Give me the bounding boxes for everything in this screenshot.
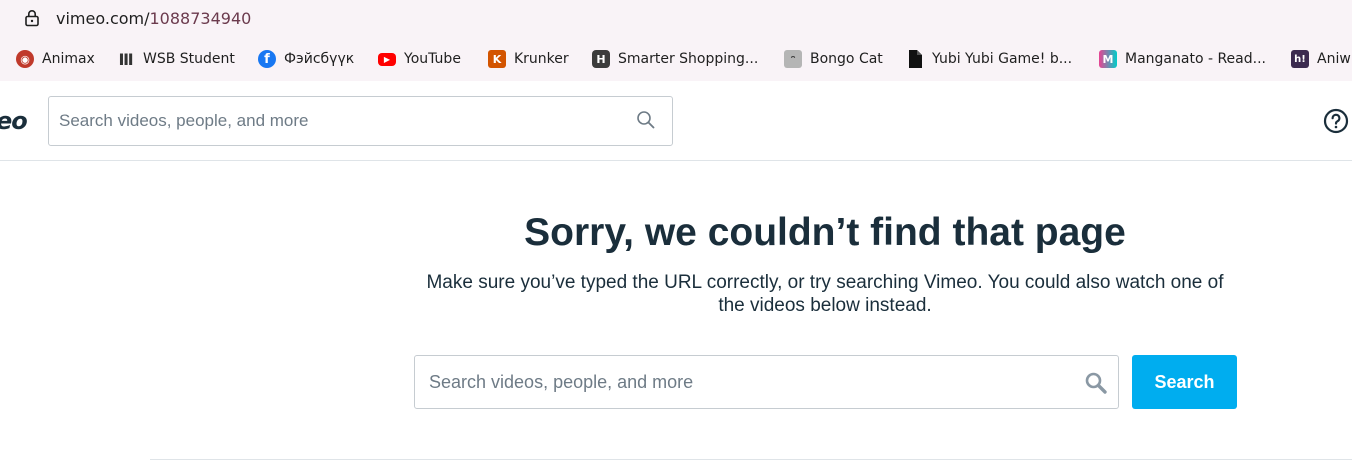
document-icon <box>906 50 924 68</box>
bookmarks-bar: ◉ Animax Ⅲ WSB Student f Фэйсбүүк ▶ YouT… <box>0 44 1352 74</box>
honey-icon: H <box>592 50 610 68</box>
bookmark-label: Manganato - Read... <box>1125 51 1266 67</box>
manganato-icon: M <box>1099 50 1117 68</box>
header-search-input[interactable] <box>59 109 619 133</box>
search-button[interactable]: Search <box>1132 355 1237 409</box>
bookmark-label: Smarter Shopping... <box>618 51 759 67</box>
bookmark-animax[interactable]: ◉ Animax <box>16 44 95 74</box>
url-path: 1088734940 <box>149 9 252 28</box>
bookmark-youtube[interactable]: ▶ YouTube <box>378 44 461 74</box>
bookmark-wsb-student[interactable]: Ⅲ WSB Student <box>117 44 235 74</box>
youtube-icon: ▶ <box>378 52 396 66</box>
bookmark-label: WSB Student <box>143 51 235 67</box>
bookmark-yubi-yubi[interactable]: Yubi Yubi Game! b... <box>906 44 1072 74</box>
url-domain: vimeo.com/ <box>56 9 150 28</box>
bookmark-manganato[interactable]: M Manganato - Read... <box>1099 44 1266 74</box>
search-icon[interactable] <box>636 110 656 130</box>
bookmark-label: Krunker <box>514 51 569 67</box>
bookmark-aniwave[interactable]: h! Aniw <box>1291 44 1351 74</box>
error-description: Make sure you’ve typed the URL correctly… <box>426 272 1224 316</box>
vimeo-header: eo <box>0 81 1352 161</box>
animax-icon: ◉ <box>16 50 34 68</box>
aniwave-icon: h! <box>1291 50 1309 68</box>
bookmark-smarter-shopping[interactable]: H Smarter Shopping... <box>592 44 758 74</box>
bookmark-label: Фэйсбүүк <box>284 51 355 67</box>
bookmark-label: Aniw <box>1317 51 1351 67</box>
bookmark-krunker[interactable]: K Krunker <box>488 44 569 74</box>
help-icon[interactable] <box>1323 108 1349 134</box>
divider <box>150 459 1352 460</box>
main-search-box[interactable] <box>414 355 1119 409</box>
bookmark-label: YouTube <box>404 51 461 67</box>
columns-icon: Ⅲ <box>118 49 134 69</box>
facebook-icon: f <box>258 50 276 68</box>
address-bar[interactable]: vimeo.com/1088734940 <box>0 0 1352 36</box>
search-icon[interactable] <box>1084 371 1108 395</box>
bookmark-bongo-cat[interactable]: ᵔ Bongo Cat <box>784 44 883 74</box>
krunker-icon: K <box>488 50 506 68</box>
main-search-input[interactable] <box>429 370 1069 394</box>
header-search-box[interactable] <box>48 96 673 146</box>
lock-icon[interactable] <box>24 9 40 27</box>
browser-chrome: vimeo.com/1088734940 ◉ Animax Ⅲ WSB Stud… <box>0 0 1352 81</box>
bookmark-label: Yubi Yubi Game! b... <box>932 51 1073 67</box>
bookmark-facebook[interactable]: f Фэйсбүүк <box>258 44 354 74</box>
bongo-cat-icon: ᵔ <box>784 50 802 68</box>
bookmark-label: Animax <box>42 51 95 67</box>
page-title: Sorry, we couldn’t find that page <box>524 211 1126 254</box>
bookmark-label: Bongo Cat <box>810 51 883 67</box>
vimeo-logo[interactable]: eo <box>0 107 28 135</box>
url-text[interactable]: vimeo.com/1088734940 <box>56 9 251 28</box>
